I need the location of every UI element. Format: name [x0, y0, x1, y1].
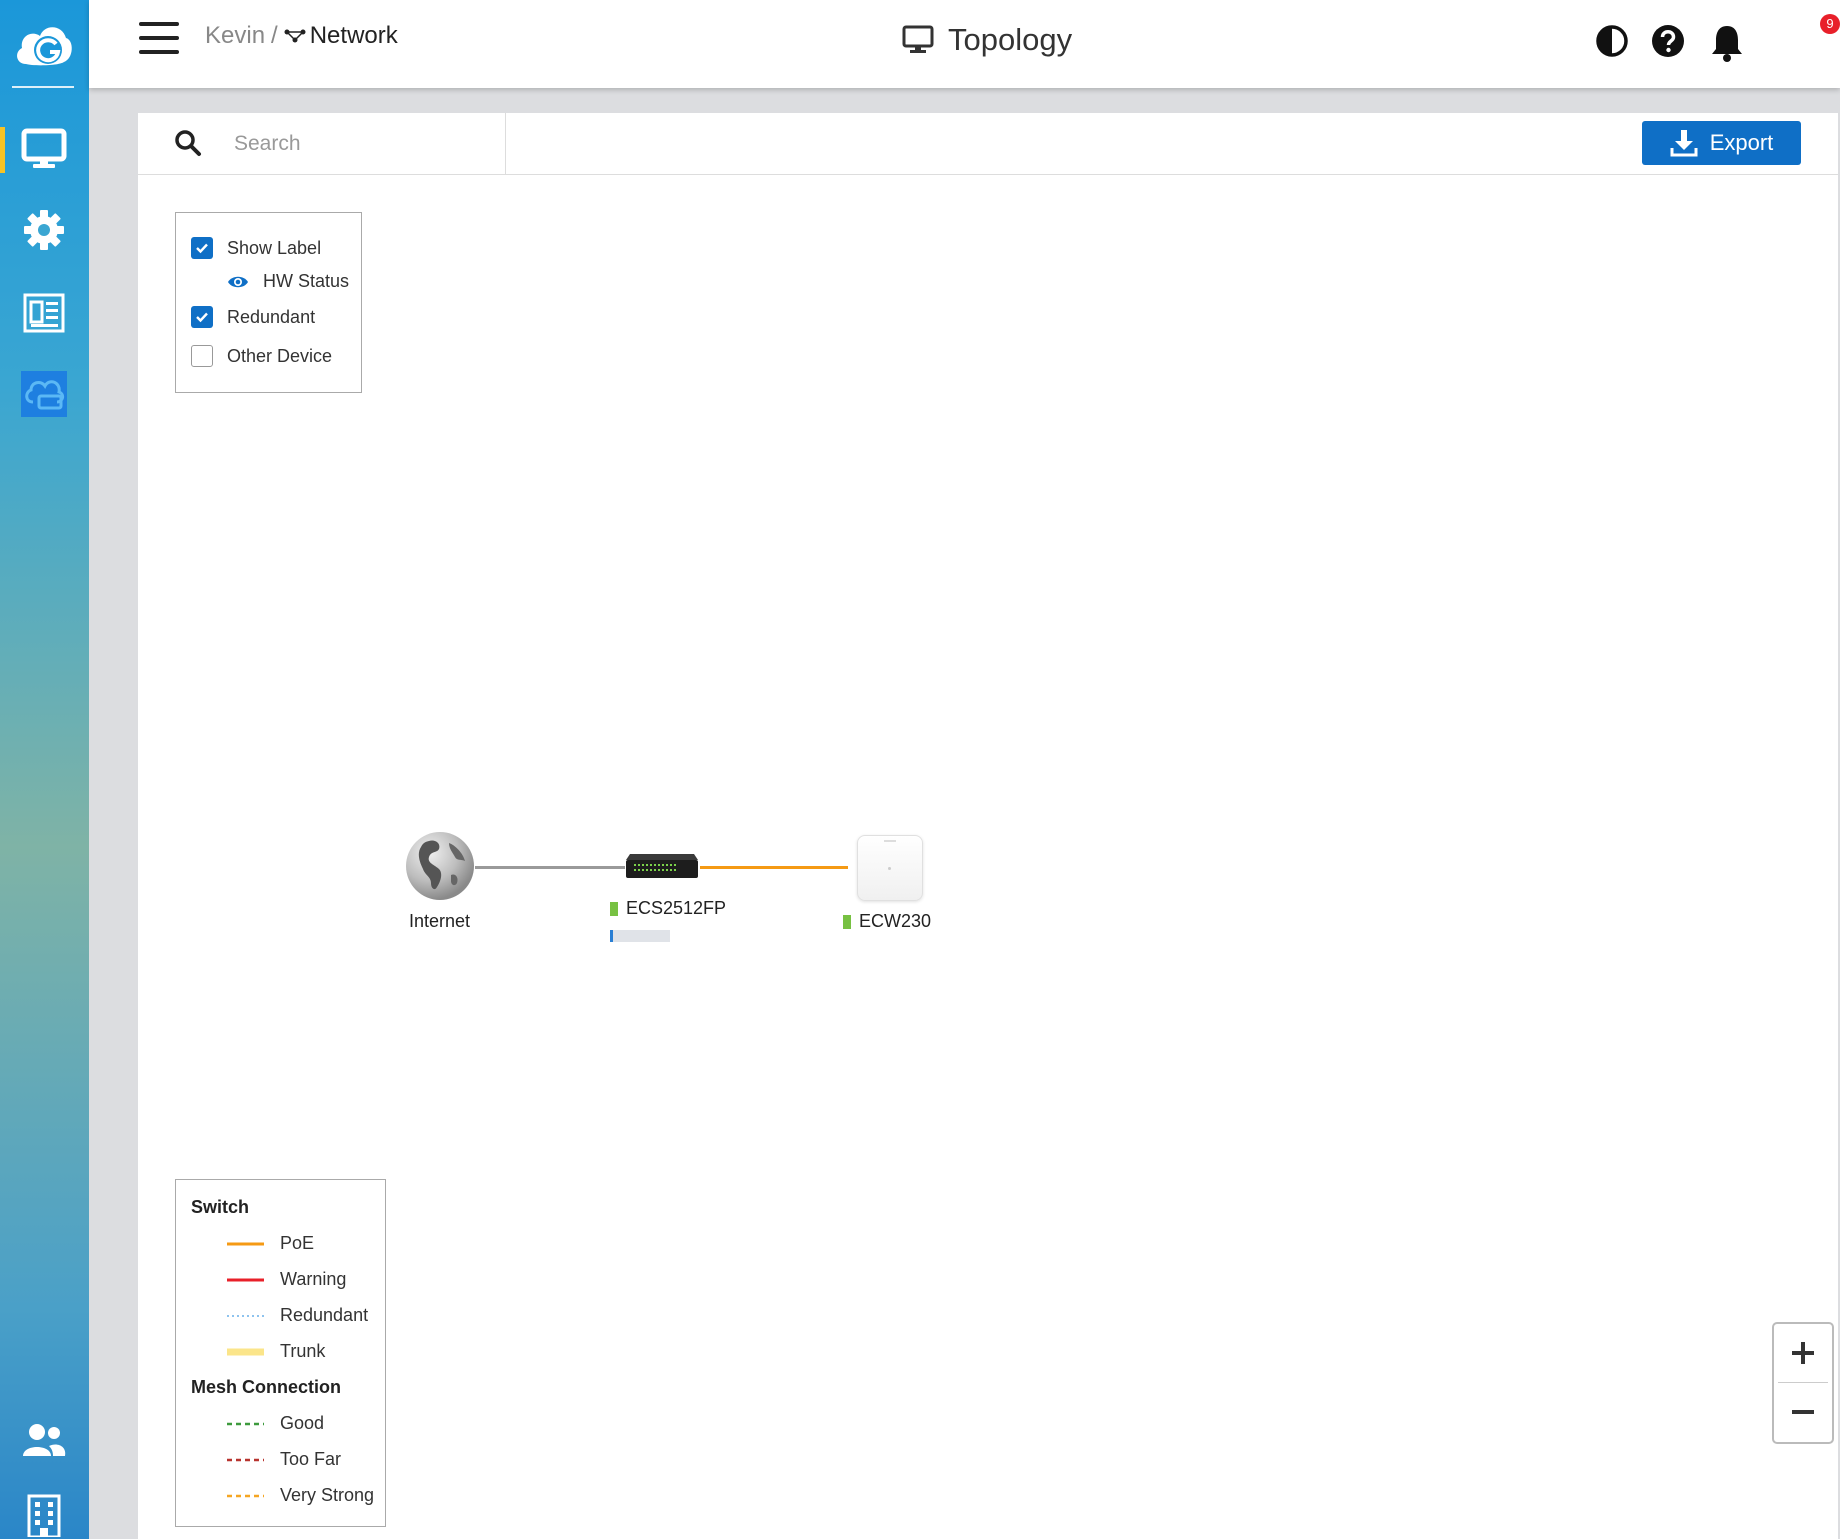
hw-status-bar-fill: [610, 930, 613, 942]
zoom-out-button[interactable]: [1774, 1383, 1832, 1441]
export-button[interactable]: Export: [1642, 121, 1801, 165]
show-label-text: Show Label: [227, 237, 322, 258]
legend-mesh-title: Mesh Connection: [191, 1377, 342, 1397]
good-line-swatch: [227, 1422, 264, 1425]
active-indicator: [0, 127, 5, 173]
sidebar-item-sites[interactable]: [20, 1490, 68, 1539]
page-title-text: Topology: [948, 22, 1073, 57]
breadcrumb: Kevin / Network: [205, 22, 398, 50]
legend-item-very-strong: Very Strong: [227, 1485, 374, 1506]
export-label: Export: [1709, 130, 1774, 155]
legend-label: Too Far: [280, 1449, 342, 1469]
legend-label: Good: [280, 1413, 325, 1433]
access-point-icon[interactable]: [857, 835, 923, 901]
menu-toggle-button[interactable]: [139, 22, 179, 56]
globe-icon[interactable]: [405, 831, 475, 901]
display-options: Show Label HW Status Redundant Other Dev…: [175, 212, 362, 393]
show-label-option[interactable]: Show Label: [191, 237, 321, 259]
too-far-line-swatch: [227, 1458, 264, 1461]
redundant-text: Redundant: [227, 306, 316, 327]
switch-icon[interactable]: [624, 852, 700, 880]
other-device-text: Other Device: [227, 345, 333, 366]
legend-label: Redundant: [280, 1305, 369, 1325]
sidebar-item-cloud-devices[interactable]: [21, 371, 67, 417]
toolbar: Export: [138, 113, 1838, 175]
show-label-checkbox[interactable]: [191, 237, 213, 259]
gear-icon: [24, 210, 64, 250]
sidebar: [0, 0, 89, 1539]
sidebar-item-users[interactable]: [20, 1416, 68, 1464]
topology-panel: Export Show Label HW Status Redundant Ot…: [138, 113, 1838, 1539]
node-label-ap: ECW230: [843, 911, 931, 932]
status-indicator: [843, 914, 851, 929]
very-strong-line-swatch: [227, 1494, 264, 1497]
page-title: Topology: [902, 22, 1072, 58]
link-switch-ap-poe: [700, 866, 848, 869]
notification-badge: 9: [1820, 14, 1840, 34]
top-bar: Kevin / Network Topology 9 KO: [89, 0, 1840, 88]
cloud-device-icon: [25, 380, 65, 410]
download-icon: [1670, 130, 1698, 157]
legend-item-redundant: Redundant: [227, 1305, 368, 1326]
link-internet-switch: [475, 866, 625, 869]
legend-label: Very Strong: [280, 1485, 375, 1505]
help-icon[interactable]: [1651, 24, 1685, 58]
search-input[interactable]: [232, 127, 536, 161]
toolbar-divider: [505, 113, 506, 174]
sidebar-item-settings[interactable]: [20, 206, 68, 254]
hw-status-bar: [610, 930, 670, 942]
legend-label: Trunk: [280, 1341, 326, 1361]
warning-line-swatch: [227, 1278, 264, 1281]
redundant-line-swatch: [227, 1314, 264, 1317]
switch-name: ECS2512FP: [626, 898, 727, 918]
report-icon: [23, 293, 65, 333]
check-icon: [196, 243, 208, 254]
legend-label: PoE: [280, 1233, 315, 1253]
breadcrumb-org[interactable]: Kevin: [205, 22, 265, 50]
legend-item-trunk: Trunk: [227, 1341, 325, 1362]
redundant-option[interactable]: Redundant: [191, 306, 315, 328]
legend-item-good: Good: [227, 1413, 324, 1434]
status-indicator: [610, 901, 618, 916]
ap-name: ECW230: [859, 911, 932, 931]
zoom-controls: [1772, 1322, 1834, 1444]
monitor-icon: [21, 128, 67, 168]
other-device-option[interactable]: Other Device: [191, 345, 332, 367]
legend-switch-title: Switch: [191, 1197, 250, 1217]
eye-icon[interactable]: [227, 274, 249, 290]
redundant-checkbox[interactable]: [191, 306, 213, 328]
contrast-toggle-icon[interactable]: [1595, 24, 1629, 58]
network-icon: [284, 29, 306, 43]
node-label-switch: ECS2512FP: [610, 898, 726, 919]
plus-icon: [1792, 1342, 1814, 1364]
breadcrumb-site-label: Network: [309, 22, 398, 49]
hw-status-option[interactable]: HW Status: [191, 271, 349, 292]
logo-divider: [12, 86, 74, 88]
legend: Switch PoE Warning Redundant Trunk Mesh …: [175, 1179, 386, 1527]
app-logo[interactable]: [12, 14, 74, 76]
node-label-internet: Internet: [409, 911, 471, 931]
bell-icon[interactable]: [1709, 22, 1745, 62]
legend-item-too-far: Too Far: [227, 1449, 341, 1470]
trunk-line-swatch: [227, 1348, 264, 1355]
other-device-checkbox[interactable]: [191, 345, 213, 367]
sidebar-item-monitor[interactable]: [20, 125, 68, 173]
poe-line-swatch: [227, 1242, 264, 1245]
breadcrumb-separator: /: [271, 22, 278, 49]
zoom-in-button[interactable]: [1774, 1324, 1832, 1382]
sidebar-item-reports[interactable]: [20, 289, 68, 337]
users-icon: [23, 1424, 66, 1456]
breadcrumb-site[interactable]: Network: [284, 22, 398, 50]
check-icon: [196, 312, 208, 323]
monitor-icon: [902, 25, 934, 53]
legend-item-warning: Warning: [227, 1269, 346, 1290]
hw-status-text: HW Status: [263, 271, 350, 291]
legend-item-poe: PoE: [227, 1233, 314, 1254]
minus-icon: [1792, 1410, 1814, 1414]
legend-label: Warning: [280, 1269, 347, 1289]
search-icon: [175, 130, 201, 156]
building-icon: [27, 1494, 61, 1537]
